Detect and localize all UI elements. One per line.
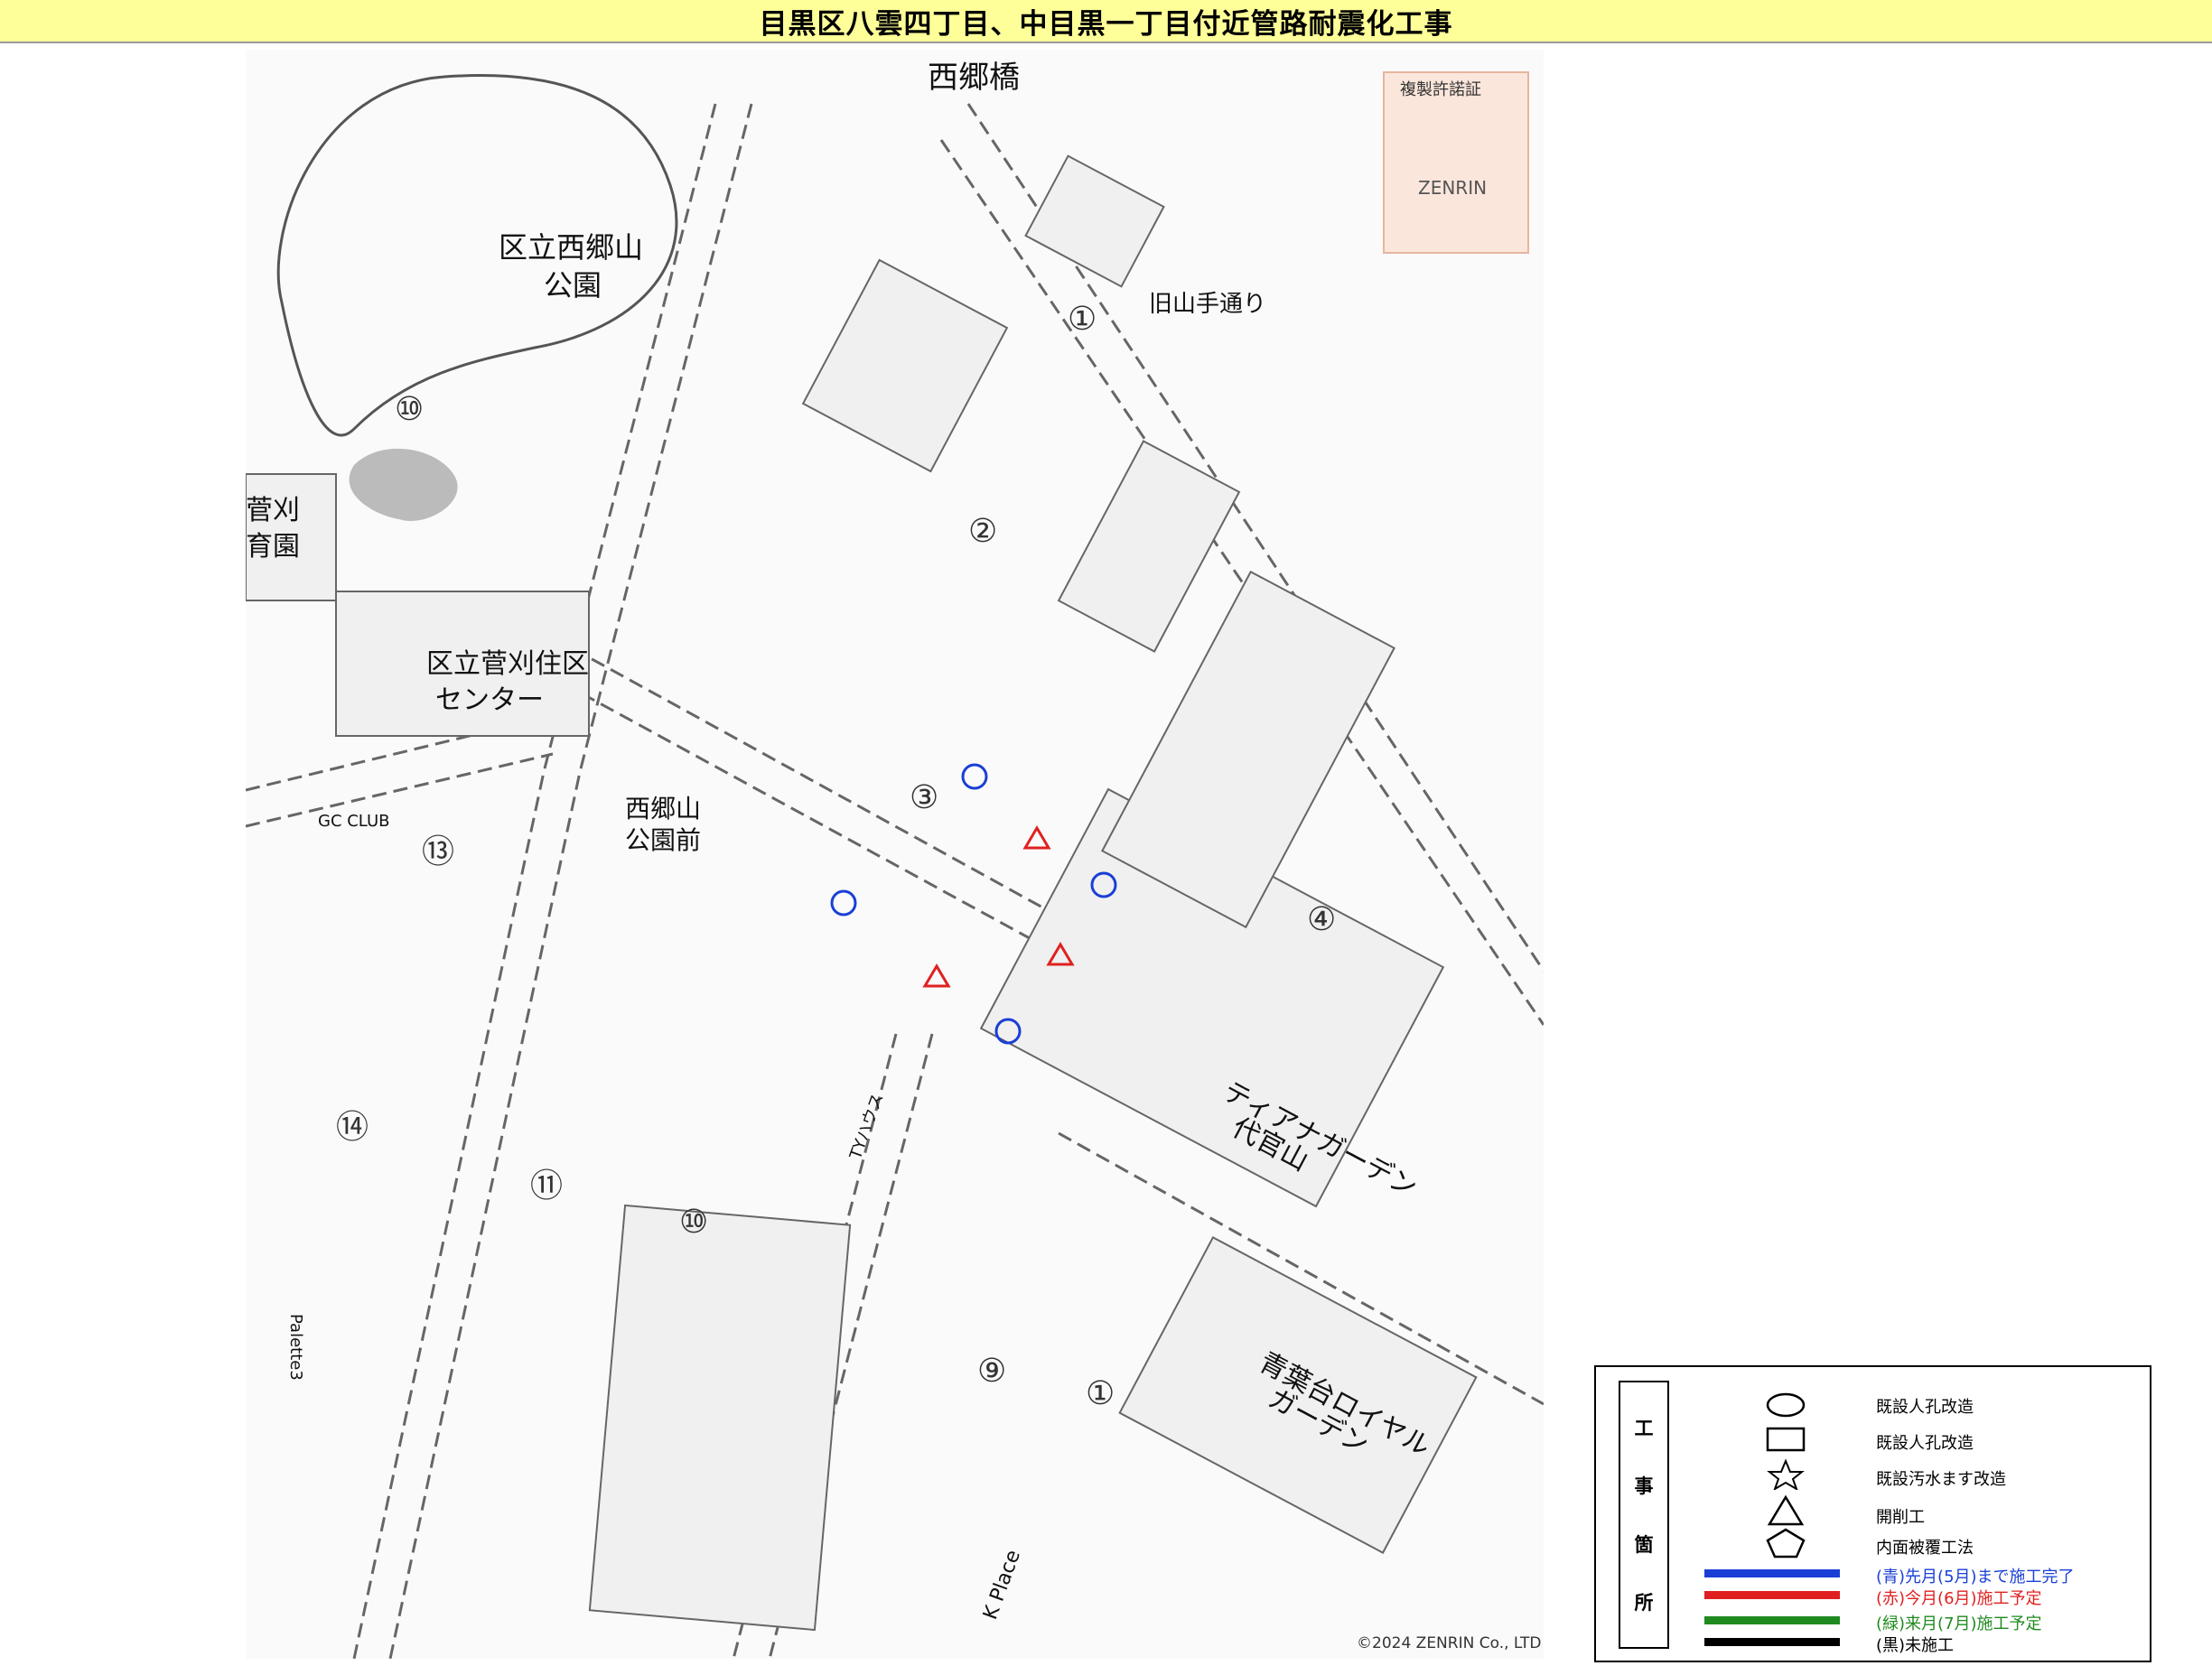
label-park-2: 公園 [544,268,602,302]
page-title: 目黒区八雲四丁目、中目黒一丁目付近管路耐震化工事 [759,7,1453,41]
zone-1b: ① [1086,1375,1115,1412]
zone-10b: ⑩ [395,391,424,428]
map-canvas[interactable]: 西郷橋 区立西郷山 公園 旧山手通り 区立菅刈住区 センター 菅刈 育園 西郷山… [246,50,1544,1659]
label-ikuen-2: 育園 [246,531,300,563]
black-line-icon [1704,1638,1840,1646]
square-icon [1766,1427,1806,1452]
zone-4: ④ [1307,901,1336,938]
label-sugekari-2: センター [435,684,544,716]
legend-row-circle: 既設人孔改造 [1596,1387,2150,1419]
manhole-marker-1 [961,763,988,790]
manhole-marker-3 [830,889,857,917]
svg-text:ZENRIN: ZENRIN [1418,177,1487,199]
legend-row-triangle: 開削工 [1596,1494,2150,1527]
map-svg: 西郷橋 区立西郷山 公園 旧山手通り 区立菅刈住区 センター 菅刈 育園 西郷山… [246,60,1544,1659]
zone-14: ⑭ [336,1109,369,1146]
zone-9: ⑨ [977,1353,1006,1390]
legend: 工 事 箇 所 既設人孔改造 既設人孔改造 既設汚水ます改造 開削工 内面被覆工… [1594,1365,2151,1662]
legend-row-black: (黒)未施工 [1596,1633,2150,1665]
zone-1: ① [1068,301,1097,338]
legend-row-square: 既設人孔改造 [1596,1421,2150,1454]
blue-line-icon [1704,1569,1840,1577]
star-icon [1767,1458,1805,1490]
label-kplace: K Place [979,1547,1025,1623]
zone-10: ⑩ [679,1204,708,1241]
svg-text:複製許諾証: 複製許諾証 [1400,80,1481,99]
red-line-icon [1704,1591,1840,1599]
green-line-icon [1704,1616,1840,1624]
excavation-marker-1 [1022,825,1051,850]
label-ikuen: 菅刈 [246,495,300,526]
label-palette: Palette3 [286,1314,305,1381]
zone-2: ② [968,513,997,550]
title-bar: 目黒区八雲四丁目、中目黒一丁目付近管路耐震化工事 [0,0,2212,43]
zone-3: ③ [910,779,938,816]
excavation-marker-3 [922,963,951,988]
triangle-icon [1767,1494,1805,1526]
label-sugekari: 区立菅刈住区 [426,648,589,680]
circle-icon [1766,1392,1806,1418]
legend-row-star: 既設汚水ます改造 [1596,1457,2150,1490]
pond [349,448,458,521]
zenrin-watermark: 複製許諾証 ZENRIN [1383,71,1529,254]
label-park: 区立西郷山 [499,230,643,265]
label-koenmae: 西郷山 [625,794,701,824]
label-koenmae-2: 公園前 [625,825,701,855]
legend-row-pentagon: 内面被覆工法 [1596,1526,2150,1559]
label-tyhouse: TYハウス [846,1091,888,1163]
zone-11: ⑪ [530,1168,563,1205]
zone-13: ⑬ [422,833,454,870]
label-gcclub: GC CLUB [318,812,389,831]
label-kyu-yamate: 旧山手通り [1149,291,1266,318]
copyright: ©2024 ZENRIN Co., LTD [1357,1634,1542,1652]
label-saigobashi: 西郷橋 [928,60,1020,96]
pentagon-icon [1766,1528,1806,1559]
